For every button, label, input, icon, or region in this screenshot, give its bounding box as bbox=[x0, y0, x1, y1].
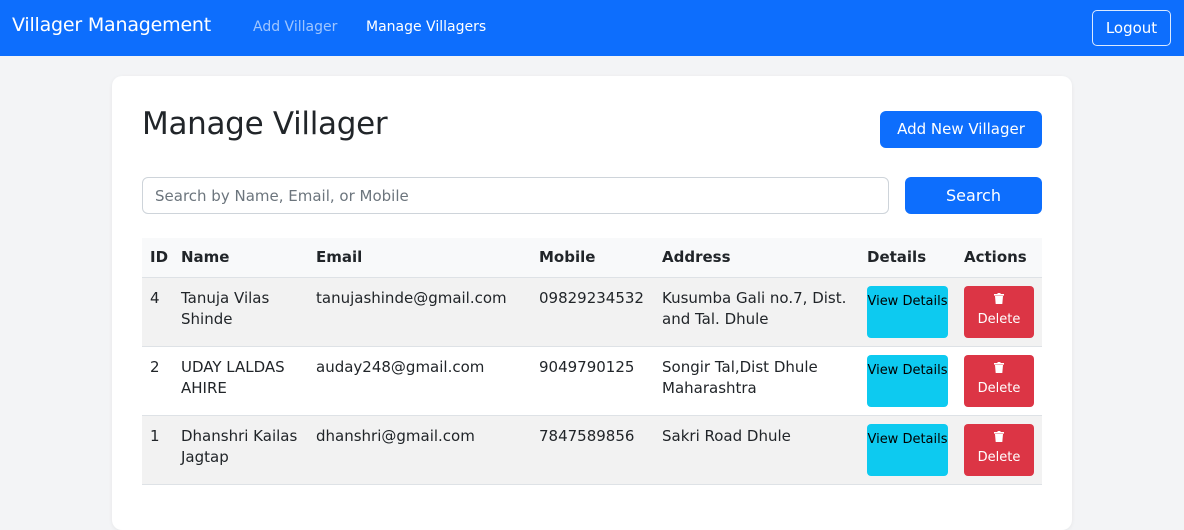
delete-label: Delete bbox=[977, 312, 1021, 327]
cell-name: Tanuja Vilas Shinde bbox=[181, 289, 270, 328]
cell-id: 1 bbox=[150, 427, 160, 445]
table-row: 2 UDAY LALDAS AHIRE auday248@gmail.com 9… bbox=[142, 347, 1042, 416]
cell-id: 2 bbox=[150, 358, 160, 376]
page-title: Manage Villager bbox=[142, 106, 388, 142]
navbar: Villager Management Add Villager Manage … bbox=[0, 0, 1184, 56]
cell-email: auday248@gmail.com bbox=[316, 358, 485, 376]
cell-email: tanujashinde@gmail.com bbox=[316, 289, 507, 307]
cell-id: 4 bbox=[150, 289, 160, 307]
header-email: Email bbox=[316, 248, 363, 266]
nav-link-add-villager[interactable]: Add Villager bbox=[253, 19, 337, 35]
cell-address: Kusumba Gali no.7, Dist. and Tal. Dhule bbox=[662, 289, 847, 328]
trash-icon bbox=[994, 431, 1004, 442]
delete-button[interactable]: Delete bbox=[964, 355, 1034, 407]
cell-email: dhanshri@gmail.com bbox=[316, 427, 475, 445]
header-mobile: Mobile bbox=[539, 248, 596, 266]
cell-name: UDAY LALDAS AHIRE bbox=[181, 358, 285, 397]
header-details: Details bbox=[867, 248, 927, 266]
header-actions: Actions bbox=[964, 248, 1027, 266]
cell-mobile: 9049790125 bbox=[539, 358, 635, 376]
view-details-button[interactable]: View Details bbox=[867, 424, 948, 476]
table-row: 4 Tanuja Vilas Shinde tanujashinde@gmail… bbox=[142, 278, 1042, 347]
header-id: ID bbox=[150, 248, 169, 266]
delete-button[interactable]: Delete bbox=[964, 424, 1034, 476]
trash-icon bbox=[994, 293, 1004, 304]
brand[interactable]: Villager Management bbox=[12, 14, 211, 36]
header-name: Name bbox=[181, 248, 230, 266]
view-details-button[interactable]: View Details bbox=[867, 286, 948, 338]
trash-icon bbox=[994, 362, 1004, 373]
delete-label: Delete bbox=[977, 450, 1021, 465]
search-input[interactable] bbox=[142, 177, 889, 214]
search-button[interactable]: Search bbox=[905, 177, 1042, 214]
cell-mobile: 7847589856 bbox=[539, 427, 635, 445]
logout-button[interactable]: Logout bbox=[1092, 10, 1171, 46]
cell-name: Dhanshri Kailas Jagtap bbox=[181, 427, 298, 466]
cell-address: Sakri Road Dhule bbox=[662, 427, 791, 445]
view-details-button[interactable]: View Details bbox=[867, 355, 948, 407]
header-address: Address bbox=[662, 248, 731, 266]
add-new-villager-button[interactable]: Add New Villager bbox=[880, 111, 1042, 148]
delete-label: Delete bbox=[977, 381, 1021, 396]
table-header: ID Name Email Mobile Address Details Act… bbox=[142, 238, 1042, 278]
cell-address: Songir Tal,Dist Dhule Maharashtra bbox=[662, 358, 818, 397]
cell-mobile: 09829234532 bbox=[539, 289, 644, 307]
nav-link-manage-villagers[interactable]: Manage Villagers bbox=[366, 19, 486, 35]
table-row: 1 Dhanshri Kailas Jagtap dhanshri@gmail.… bbox=[142, 416, 1042, 485]
delete-button[interactable]: Delete bbox=[964, 286, 1034, 338]
